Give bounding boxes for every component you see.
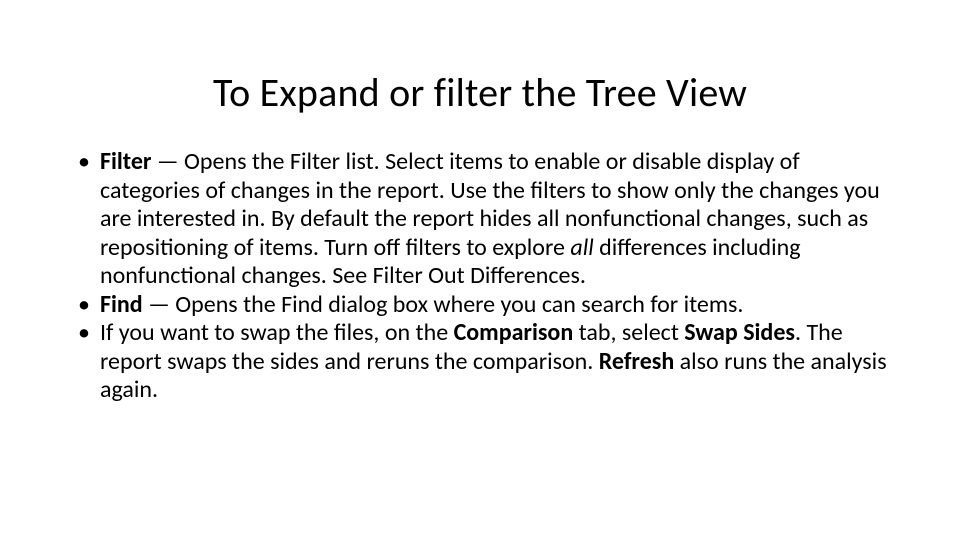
bold-text: Swap Sides (684, 318, 795, 347)
list-item: If you want to swap the files, on the Co… (78, 319, 888, 405)
text: If you want to swap the files, on the (100, 318, 454, 347)
text: — Opens the Find dialog box where you ca… (143, 290, 744, 319)
bold-text: Find (100, 290, 143, 319)
slide-title: To Expand or filter the Tree View (0, 68, 960, 117)
italic-text: all (570, 233, 593, 262)
list-item: Filter — Opens the Filter list. Select i… (78, 148, 888, 291)
list-item: Find — Opens the Find dialog box where y… (78, 291, 888, 320)
text: tab, select (573, 318, 684, 347)
bold-text: Refresh (599, 347, 674, 376)
slide-body: Filter — Opens the Filter list. Select i… (78, 148, 888, 405)
bold-text: Filter (100, 147, 151, 176)
slide: To Expand or filter the Tree View Filter… (0, 0, 960, 540)
bold-text: Comparison (454, 318, 574, 347)
bullet-list: Filter — Opens the Filter list. Select i… (78, 148, 888, 405)
